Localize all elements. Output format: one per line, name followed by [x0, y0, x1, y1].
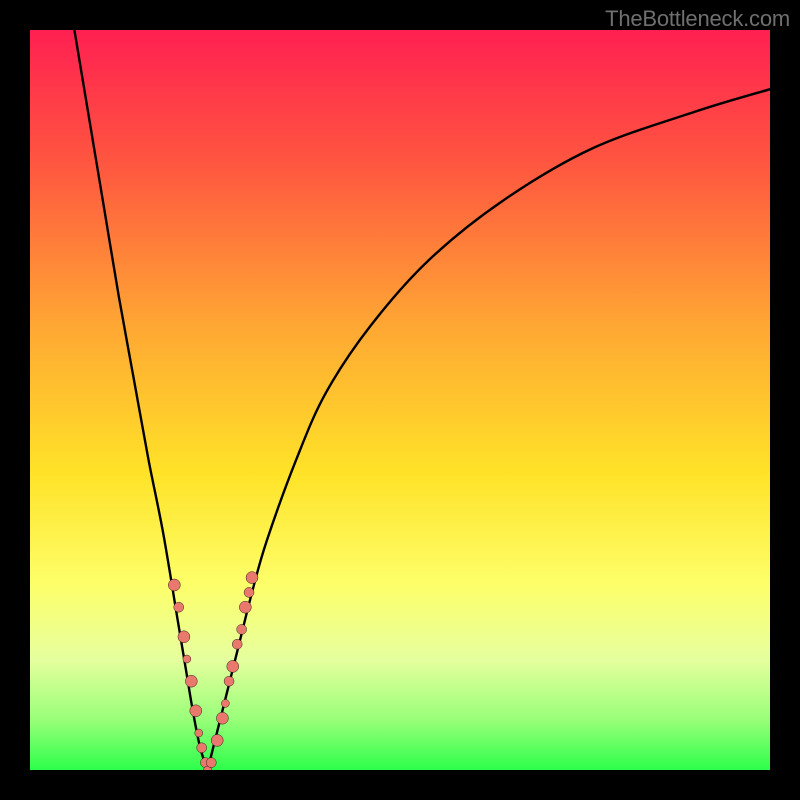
data-point: [224, 676, 234, 686]
outer-frame: TheBottleneck.com: [0, 0, 800, 800]
data-point: [185, 675, 197, 687]
data-point: [174, 602, 184, 612]
data-points: [168, 572, 258, 770]
data-point: [227, 660, 239, 672]
data-point: [178, 631, 190, 643]
data-point: [190, 705, 202, 717]
data-point: [239, 601, 251, 613]
data-point: [246, 572, 258, 584]
curve-paths: [74, 30, 770, 770]
data-point: [232, 639, 242, 649]
data-point: [221, 699, 229, 707]
curve-svg: [30, 30, 770, 770]
plot-area: [30, 30, 770, 770]
data-point: [183, 655, 191, 663]
watermark-text: TheBottleneck.com: [605, 6, 790, 32]
data-point: [211, 734, 223, 746]
data-point: [197, 743, 207, 753]
data-point: [216, 712, 228, 724]
data-point: [168, 579, 180, 591]
data-point: [244, 587, 254, 597]
data-point: [237, 624, 247, 634]
curve-right-branch: [208, 89, 770, 770]
data-point: [195, 729, 203, 737]
data-point: [206, 758, 216, 768]
